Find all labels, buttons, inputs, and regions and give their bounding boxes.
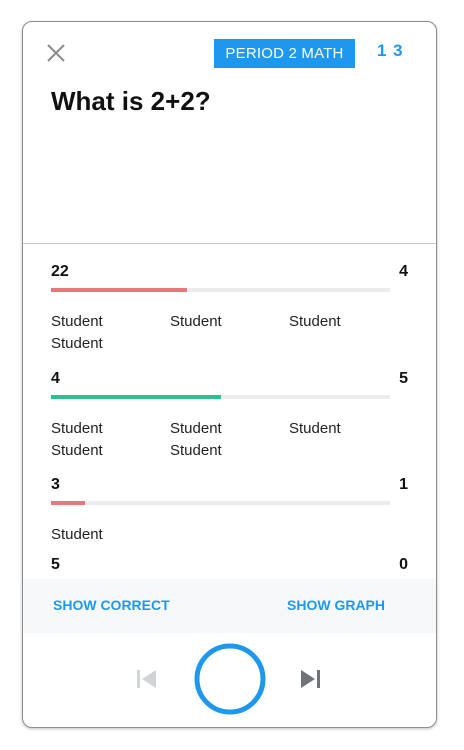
answer-count-left: 5: [51, 556, 60, 573]
student-name[interactable]: Student: [51, 418, 170, 440]
student-name[interactable]: Student: [51, 333, 170, 355]
question-title: What is 2+2?: [51, 86, 211, 116]
skip-previous-icon[interactable]: [135, 667, 159, 691]
answer-count-right: 0: [399, 556, 408, 573]
action-bar: SHOW CORRECT SHOW GRAPH: [23, 579, 436, 633]
close-icon[interactable]: [45, 42, 67, 64]
student-name[interactable]: Student: [170, 311, 289, 333]
answer-bar-fill: [51, 395, 221, 399]
answer-count-left: 3: [51, 476, 60, 493]
question-card: PERIOD 2 MATH 1 3 What is 2+2? 22 4 Stud…: [22, 21, 437, 728]
answer-count-left: 22: [51, 263, 69, 280]
answer-bar-fill: [51, 501, 85, 505]
playback-controls: [23, 633, 436, 727]
play-circle-icon[interactable]: [193, 642, 267, 716]
answer-count-right: 4: [399, 263, 408, 280]
answer-bar-track: [51, 501, 390, 505]
student-name[interactable]: Student: [289, 311, 408, 333]
show-graph-button[interactable]: SHOW GRAPH: [287, 597, 385, 613]
student-names: Student Student Student Student: [51, 311, 411, 355]
answer-bar-fill: [51, 288, 187, 292]
student-name[interactable]: Student: [289, 418, 408, 440]
answer-bar-track: [51, 288, 390, 292]
answer-count-right: 5: [399, 370, 408, 387]
student-name[interactable]: Student: [51, 440, 170, 462]
student-name[interactable]: Student: [170, 418, 289, 440]
student-name[interactable]: Student: [51, 524, 170, 546]
response-counts: 1 3: [377, 41, 403, 60]
answer-bar-track: [51, 395, 390, 399]
skip-next-icon[interactable]: [298, 667, 322, 691]
answer-list: 22 4 Student Student Student Student 4 5 S…: [23, 244, 436, 578]
answer-count-left: 4: [51, 370, 60, 387]
student-names: Student: [51, 524, 411, 546]
student-name[interactable]: Student: [51, 311, 170, 333]
student-names: Student Student Student Student Student: [51, 418, 411, 462]
student-name[interactable]: Student: [170, 440, 289, 462]
show-correct-button[interactable]: SHOW CORRECT: [53, 597, 170, 613]
answer-count-right: 1: [399, 476, 408, 493]
period-badge: PERIOD 2 MATH: [214, 39, 355, 68]
